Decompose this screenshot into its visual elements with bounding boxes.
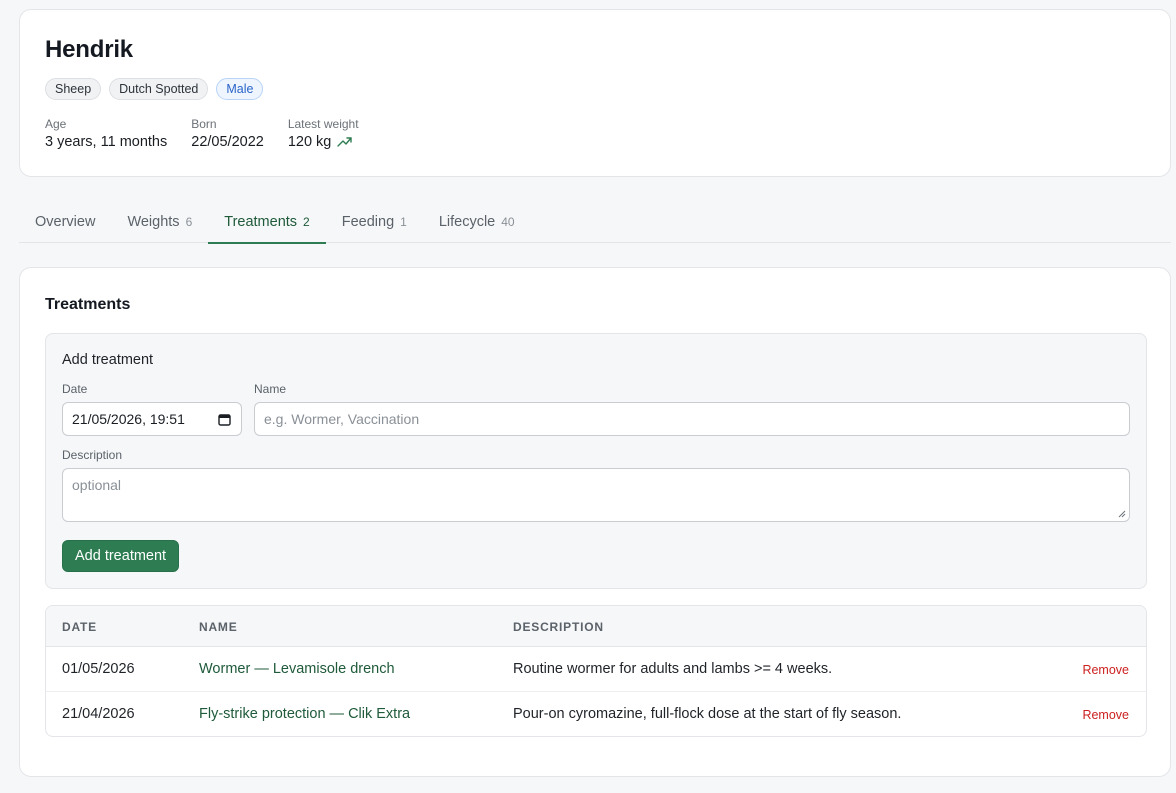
name-placeholder: e.g. Wormer, Vaccination (264, 411, 420, 427)
tab-feeding[interactable]: Feeding 1 (326, 201, 423, 243)
born-stat: Born 22/05/2022 (191, 117, 264, 150)
weight-label: Latest weight (287, 117, 359, 131)
tab-count: 40 (501, 215, 515, 229)
remove-button[interactable]: Remove (1082, 708, 1129, 722)
header-name: NAME (199, 620, 238, 634)
description-label: Description (62, 448, 123, 462)
calendar-icon[interactable] (218, 413, 231, 426)
tab-label: Treatments (224, 214, 298, 230)
animal-name: Hendrik (45, 36, 133, 63)
date-field[interactable]: 21/05/2026, 19:51 (62, 402, 242, 436)
treatments-table: DATE NAME DESCRIPTION 01/05/2026 Wormer … (45, 605, 1147, 737)
animal-stats: Age 3 years, 11 months Born 22/05/2022 L… (45, 117, 359, 150)
sex-badge: Male (216, 78, 264, 100)
name-label: Name (254, 382, 287, 396)
tab-label: Weights (127, 214, 180, 230)
name-field[interactable]: e.g. Wormer, Vaccination (254, 402, 1130, 436)
date-value: 21/05/2026, 19:51 (72, 411, 185, 427)
row-name[interactable]: Wormer — Levamisole drench (199, 661, 395, 677)
row-description: Routine wormer for adults and lambs >= 4… (513, 661, 833, 677)
tab-weights[interactable]: Weights 6 (111, 201, 208, 243)
trending-up-icon (337, 137, 353, 147)
description-placeholder: optional (72, 477, 122, 493)
section-title: Treatments (45, 296, 131, 313)
species-badge: Sheep (45, 78, 102, 100)
table-row: 01/05/2026 Wormer — Levamisole drench Ro… (46, 647, 1146, 692)
header-description: DESCRIPTION (513, 620, 604, 634)
age-stat: Age 3 years, 11 months (45, 117, 167, 150)
row-name[interactable]: Fly-strike protection — Clik Extra (199, 706, 410, 722)
tab-count: 2 (303, 215, 310, 229)
tab-overview[interactable]: Overview (19, 201, 111, 243)
tab-label: Overview (35, 214, 96, 230)
form-title: Add treatment (62, 352, 154, 368)
born-value: 22/05/2022 (191, 134, 264, 150)
tab-count: 1 (400, 215, 407, 229)
treatments-card: Treatments Add treatment Date 21/05/2026… (19, 267, 1171, 777)
date-label: Date (62, 382, 88, 396)
add-treatment-form: Add treatment Date 21/05/2026, 19:51 Nam… (45, 333, 1147, 589)
tab-label: Lifecycle (438, 214, 496, 230)
resize-grip-icon[interactable] (1118, 510, 1126, 518)
animal-tags: Sheep Dutch Spotted Male (45, 78, 264, 100)
tab-lifecycle[interactable]: Lifecycle 40 (423, 201, 531, 243)
tab-count: 6 (185, 215, 193, 229)
add-treatment-button[interactable]: Add treatment (62, 540, 180, 572)
breed-badge: Dutch Spotted (109, 78, 209, 100)
table-header: DATE NAME DESCRIPTION (46, 606, 1146, 647)
row-description: Pour-on cyromazine, full-flock dose at t… (513, 706, 902, 722)
age-value: 3 years, 11 months (45, 134, 168, 150)
tab-treatments[interactable]: Treatments 2 (208, 201, 327, 244)
remove-button[interactable]: Remove (1082, 663, 1129, 677)
born-label: Born (191, 117, 217, 131)
row-date: 21/04/2026 (62, 706, 135, 722)
table-row: 21/04/2026 Fly-strike protection — Clik … (46, 692, 1146, 736)
row-date: 01/05/2026 (62, 661, 135, 677)
weight-value: 120 kg (287, 134, 332, 150)
weight-stat: Latest weight 120 kg (288, 117, 359, 150)
animal-profile-card: Hendrik Sheep Dutch Spotted Male Age 3 y… (19, 9, 1171, 177)
header-date: DATE (62, 620, 97, 634)
animal-tabs: Overview Weights 6 Treatments 2 Feeding … (19, 201, 1171, 244)
age-label: Age (45, 117, 67, 131)
description-field[interactable]: optional (62, 468, 1130, 522)
tab-label: Feeding (341, 214, 395, 230)
